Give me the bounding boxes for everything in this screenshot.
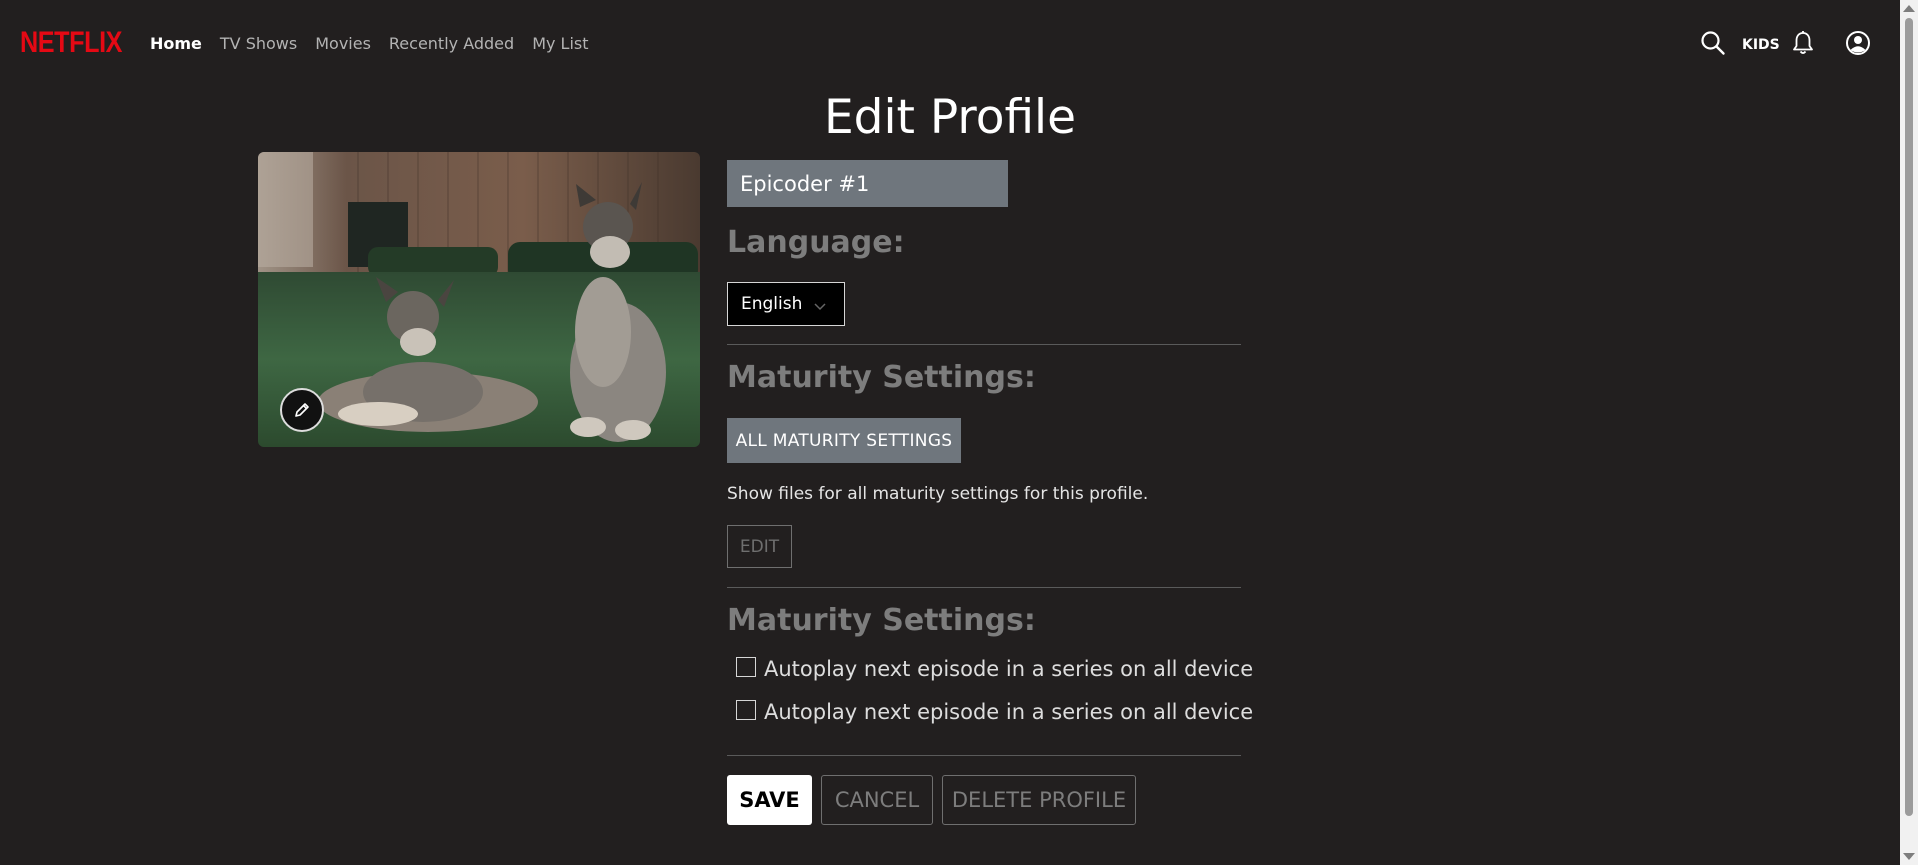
scroll-down-arrow[interactable]: [1903, 853, 1915, 860]
profile-avatar-image[interactable]: [258, 152, 700, 447]
maturity-settings-label: Maturity Settings:: [727, 360, 1036, 395]
cancel-button[interactable]: CANCEL: [821, 775, 933, 825]
nav-link-my-list[interactable]: My List: [532, 34, 588, 53]
autoplay-settings-label: Maturity Settings:: [727, 603, 1036, 638]
edit-avatar-button[interactable]: [280, 388, 324, 432]
divider: [727, 344, 1241, 345]
chevron-down-icon: [814, 297, 826, 317]
nav-links: Home TV Shows Movies Recently Added My L…: [150, 34, 589, 53]
nav-link-recently-added[interactable]: Recently Added: [389, 34, 514, 53]
maturity-description: Show files for all maturity settings for…: [727, 484, 1149, 504]
profile-name-input[interactable]: [727, 160, 1008, 207]
divider: [727, 587, 1241, 588]
delete-profile-button[interactable]: DELETE PROFILE: [942, 775, 1136, 825]
language-select[interactable]: English: [727, 282, 845, 326]
nav-right: KIDS: [1700, 30, 1900, 60]
nav-link-tv-shows[interactable]: TV Shows: [220, 34, 297, 53]
language-label: Language:: [727, 225, 905, 260]
language-selected-value: English: [741, 294, 803, 314]
autoplay-option-label: Autoplay next episode in a series on all…: [764, 700, 1254, 724]
kids-link[interactable]: KIDS: [1742, 37, 1780, 53]
dogs-photo: [258, 152, 700, 447]
vertical-scrollbar[interactable]: [1900, 0, 1918, 865]
scroll-thumb[interactable]: [1905, 18, 1913, 816]
pencil-icon: [292, 400, 312, 420]
top-nav: NETFLIX Home TV Shows Movies Recently Ad…: [0, 0, 1900, 88]
page-title: Edit Profile: [823, 90, 1077, 145]
divider: [727, 755, 1241, 756]
nav-link-movies[interactable]: Movies: [315, 34, 371, 53]
nav-link-home[interactable]: Home: [150, 34, 202, 53]
edit-maturity-button[interactable]: EDIT: [727, 525, 792, 568]
autoplay-checkbox[interactable]: [736, 657, 756, 677]
bell-icon[interactable]: [1792, 30, 1814, 60]
all-maturity-settings-button[interactable]: ALL MATURITY SETTINGS: [727, 418, 961, 463]
scroll-up-arrow[interactable]: [1903, 5, 1915, 12]
autoplay-option[interactable]: Autoplay next episode in a series on all…: [736, 657, 1253, 681]
search-icon[interactable]: [1700, 30, 1726, 60]
netflix-logo[interactable]: NETFLIX: [20, 26, 122, 60]
save-button[interactable]: SAVE: [727, 775, 812, 825]
autoplay-option[interactable]: Autoplay next episode in a series on all…: [736, 700, 1253, 724]
autoplay-option-label: Autoplay next episode in a series on all…: [764, 657, 1254, 681]
user-circle-icon[interactable]: [1845, 30, 1871, 60]
edit-profile-page: NETFLIX Home TV Shows Movies Recently Ad…: [0, 0, 1918, 865]
autoplay-checkbox[interactable]: [736, 700, 756, 720]
